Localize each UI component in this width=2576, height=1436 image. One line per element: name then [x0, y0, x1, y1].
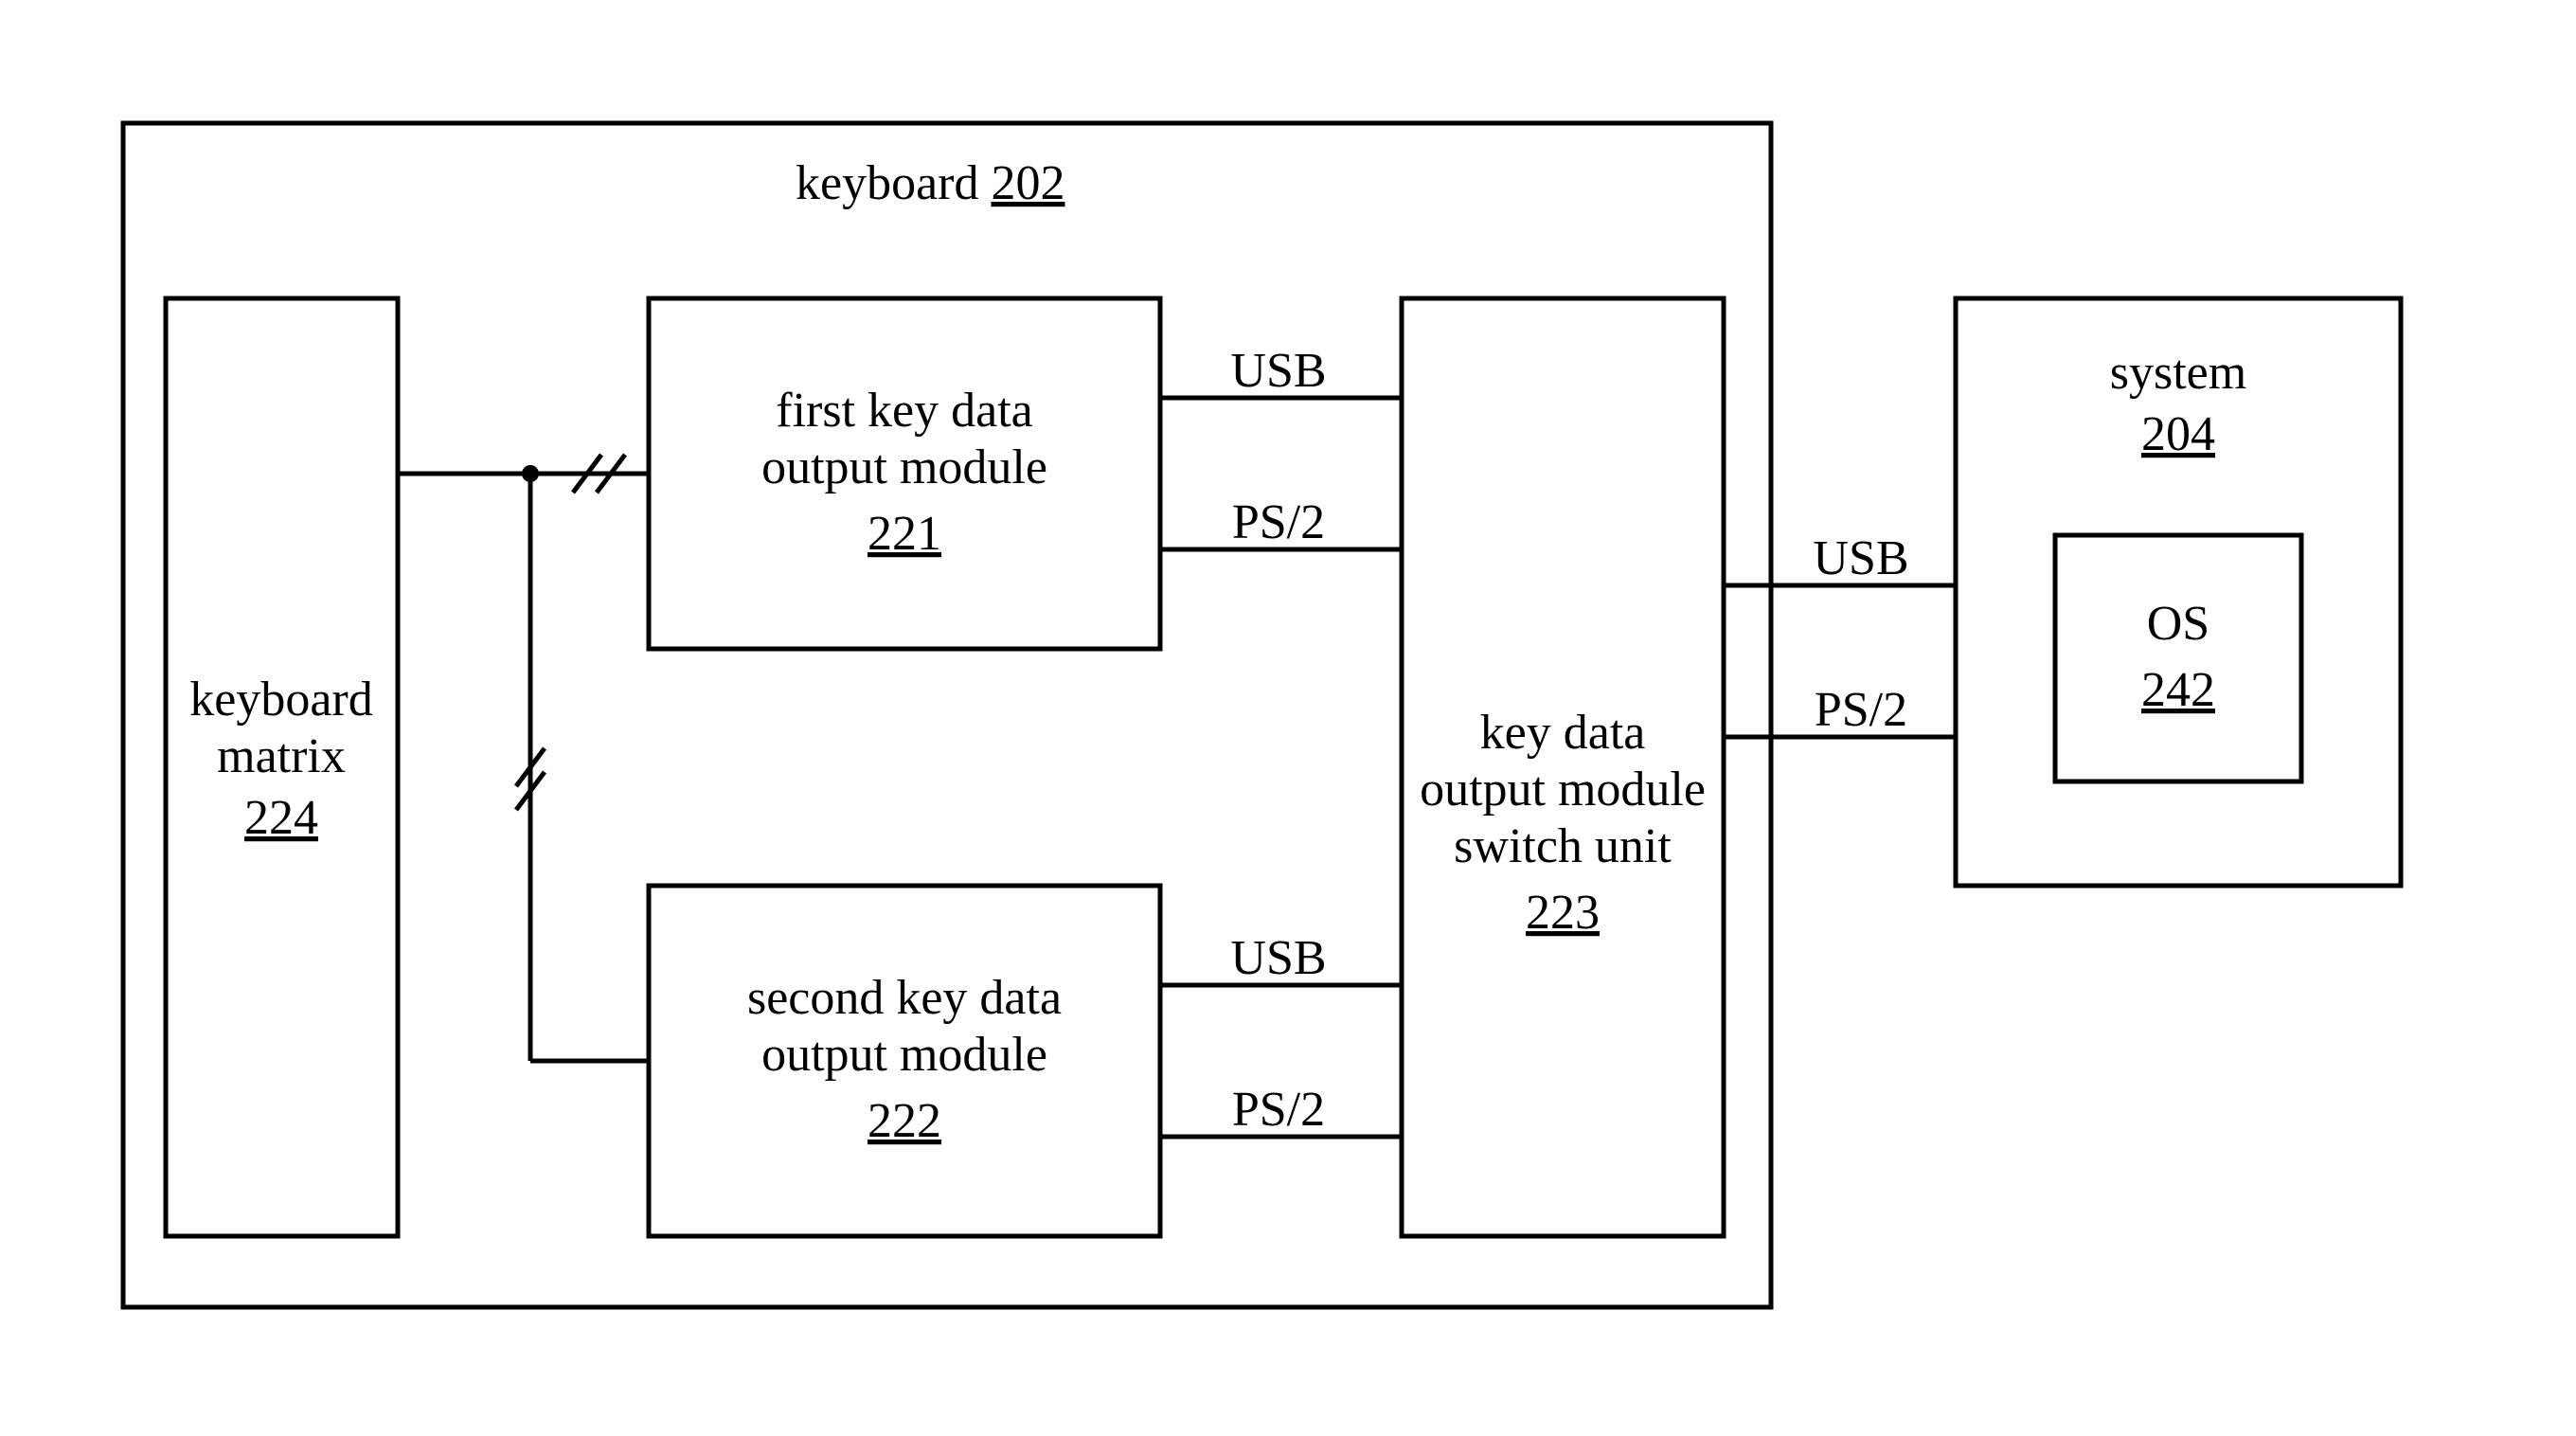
- keyboard-matrix-label-2: matrix: [217, 729, 346, 783]
- system-label: system: [2110, 346, 2246, 400]
- keyboard-matrix-box: keyboard matrix 224: [166, 298, 398, 1236]
- switch-ref: 223: [1526, 886, 1600, 940]
- conn-mod1-ps2: PS/2: [1232, 495, 1325, 549]
- os-box: OS 242: [2055, 535, 2301, 781]
- first-module-label-2: output module: [761, 440, 1047, 494]
- conn-mod2-usb: USB: [1230, 931, 1326, 985]
- keyboard-label: keyboard 202: [796, 156, 1064, 210]
- keyboard-matrix-ref: 224: [244, 791, 318, 845]
- conn-mod2-ps2: PS/2: [1232, 1083, 1325, 1137]
- os-label: OS: [2147, 597, 2209, 651]
- system-ref: 204: [2141, 407, 2215, 461]
- second-module-label-1: second key data: [747, 971, 1062, 1025]
- wire-mod1-to-switch: USB PS/2: [1160, 344, 1402, 549]
- first-module-ref: 221: [868, 507, 941, 561]
- system-container: system 204: [1956, 298, 2401, 886]
- wire-mod2-to-switch: USB PS/2: [1160, 931, 1402, 1137]
- conn-sys-ps2: PS/2: [1815, 683, 1907, 737]
- second-module-ref: 222: [868, 1094, 941, 1148]
- switch-label-1: key data: [1480, 706, 1646, 760]
- diagram-root: keyboard 202 keyboard matrix 224 first k…: [0, 0, 2576, 1436]
- second-output-module-box: second key data output module 222: [649, 886, 1160, 1236]
- switch-label-2: output module: [1420, 763, 1706, 817]
- first-module-label-1: first key data: [776, 384, 1032, 438]
- switch-label-3: switch unit: [1454, 819, 1672, 873]
- wire-matrix-to-modules: [398, 455, 649, 1061]
- wire-switch-to-system: USB PS/2: [1724, 531, 1956, 737]
- os-ref: 242: [2141, 663, 2215, 717]
- keyboard-matrix-label-1: keyboard: [189, 673, 372, 727]
- conn-mod1-usb: USB: [1230, 344, 1326, 398]
- second-module-label-2: output module: [761, 1028, 1047, 1082]
- first-output-module-box: first key data output module 221: [649, 298, 1160, 649]
- switch-unit-box: key data output module switch unit 223: [1402, 298, 1724, 1236]
- conn-sys-usb: USB: [1813, 531, 1908, 585]
